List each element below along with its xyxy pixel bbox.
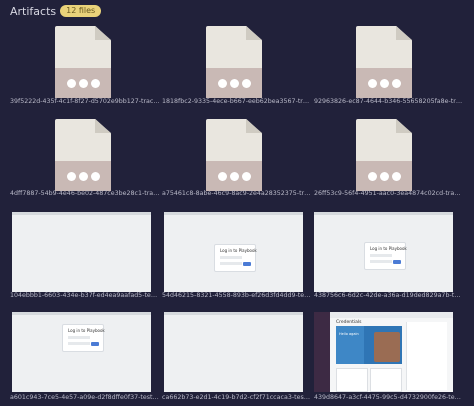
- screenshot-thumbnail: [12, 212, 151, 292]
- artifact-item[interactable]: ca662b73-e2d1-4c19-b7d2-cf2f71ccaca3-tes…: [162, 310, 312, 404]
- artifact-item[interactable]: 4dff7887-54b9-4e46-be02-487ce3be28c1-tra…: [10, 116, 160, 202]
- artifact-caption: a601c943-7ce5-4e57-a09e-d2f8dffe0f37-tes…: [10, 394, 160, 401]
- file-icon: [55, 26, 111, 98]
- screenshot-thumbnail: Credentials Hello again: [314, 312, 453, 392]
- artifact-caption: 4dff7887-54b9-4e46-be02-487ce3be28c1-tra…: [10, 190, 160, 197]
- artifact-item[interactable]: 26ff53c9-56f4-4951-aac0-3ea4874c02cd-tra…: [314, 116, 464, 202]
- artifact-caption: ca662b73-e2d1-4c19-b7d2-cf2f71ccaca3-tes…: [162, 394, 312, 401]
- file-icon: [206, 119, 262, 191]
- screenshot-thumbnail: Log in to Playbook: [164, 212, 303, 292]
- login-card: Log in to Playbook: [62, 324, 105, 352]
- login-card: Log in to Playbook: [364, 242, 407, 270]
- screenshot-thumbnail: Log in to Playbook: [12, 312, 151, 392]
- artifacts-grid: 39f5222d-435f-4c1f-8f27-d5702e9bb127-tra…: [0, 0, 474, 406]
- artifact-caption: 1818fbc2-9335-4ece-b667-eeb62bea3567-tra…: [162, 98, 312, 105]
- artifact-caption: a75461c8-8abe-46c9-8ac9-2e4a28352375-tra…: [162, 190, 312, 197]
- login-card: Log in to Playbook: [214, 244, 257, 272]
- file-icon: [356, 26, 412, 98]
- artifact-caption: 26ff53c9-56f4-4951-aac0-3ea4874c02cd-tra…: [314, 190, 464, 197]
- artifact-caption: 104ebbb1-6603-434e-b37f-ed4ea9aafad5-tes…: [10, 292, 160, 299]
- file-icon: [206, 26, 262, 98]
- file-icon: [356, 119, 412, 191]
- artifact-item[interactable]: Log in to Playbook 54d46215-8321-4558-89…: [162, 210, 312, 302]
- file-icon: [55, 119, 111, 191]
- artifact-item[interactable]: Log in to Playbook a601c943-7ce5-4e57-a0…: [10, 310, 160, 404]
- artifact-caption: 439d8647-a3cf-4475-99c5-d4732900fe26-tes…: [314, 394, 464, 401]
- artifact-caption: 438756c6-6d2c-42de-a36a-d19ded829a7b-tes…: [314, 292, 464, 299]
- artifact-item[interactable]: 92963826-ec87-4644-b346-55658205fa8e-tra…: [314, 22, 464, 108]
- artifact-item[interactable]: 39f5222d-435f-4c1f-8f27-d5702e9bb127-tra…: [10, 22, 160, 108]
- artifact-item[interactable]: a75461c8-8abe-46c9-8ac9-2e4a28352375-tra…: [162, 116, 312, 202]
- artifact-item[interactable]: Log in to Playbook 438756c6-6d2c-42de-a3…: [314, 210, 464, 302]
- screenshot-thumbnail: [164, 312, 303, 392]
- artifact-caption: 92963826-ec87-4644-b346-55658205fa8e-tra…: [314, 98, 464, 105]
- artifact-item[interactable]: 104ebbb1-6603-434e-b37f-ed4ea9aafad5-tes…: [10, 210, 160, 302]
- artifact-item[interactable]: 1818fbc2-9335-4ece-b667-eeb62bea3567-tra…: [162, 22, 312, 108]
- artifact-caption: 54d46215-8321-4558-893b-ef26d3fd4dd9-tes…: [162, 292, 312, 299]
- screenshot-thumbnail: Log in to Playbook: [314, 212, 453, 292]
- artifact-caption: 39f5222d-435f-4c1f-8f27-d5702e9bb127-tra…: [10, 98, 160, 105]
- artifact-item[interactable]: Credentials Hello again 439d8647-a3cf-44…: [314, 310, 464, 404]
